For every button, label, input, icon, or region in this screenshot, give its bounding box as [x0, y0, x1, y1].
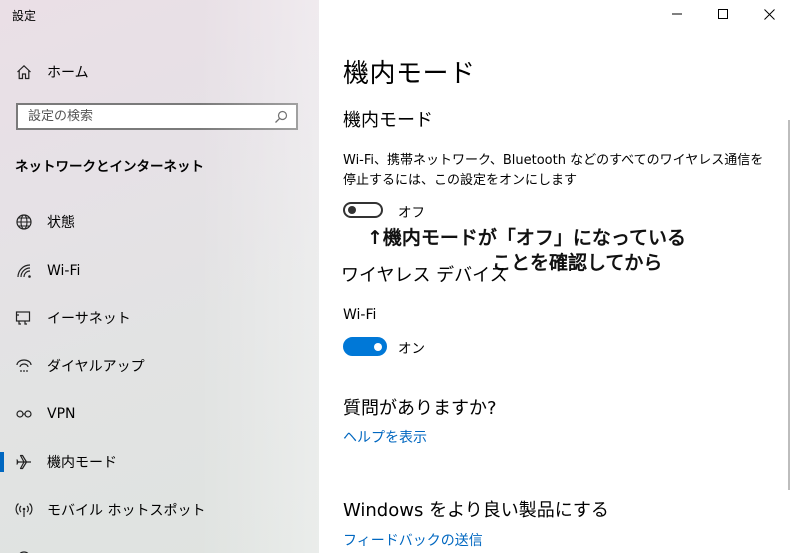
- sidebar-item-label: ダイヤルアップ: [47, 359, 145, 375]
- maximize-button[interactable]: [700, 0, 746, 28]
- windows-feedback-title: Windows をより良い製品にする: [343, 500, 609, 521]
- close-button[interactable]: [746, 0, 792, 28]
- airplane-mode-toggle[interactable]: [343, 202, 383, 218]
- airplane-toggle-label: オフ: [398, 205, 425, 221]
- close-icon: [763, 8, 775, 20]
- sidebar-item-label: イーサネット: [47, 311, 131, 327]
- sidebar-item-partial[interactable]: [0, 538, 319, 553]
- sidebar-item-label: モバイル ホットスポット: [47, 503, 206, 519]
- minimize-icon: [672, 9, 682, 19]
- sidebar-item-label: 状態: [47, 215, 75, 231]
- sidebar: 設定 ホーム ネットワークとインターネット 状態 Wi-Fi イーサネット: [0, 0, 319, 553]
- airplane-section-title: 機内モード: [343, 110, 433, 131]
- feedback-link[interactable]: フィードバックの送信: [343, 530, 483, 550]
- sidebar-item-label: VPN: [47, 406, 76, 422]
- toggle-knob: [374, 342, 382, 351]
- globe-icon: [15, 213, 33, 231]
- sidebar-item-status[interactable]: 状態: [0, 202, 319, 242]
- maximize-icon: [718, 9, 728, 19]
- sidebar-item-airplane-mode[interactable]: 機内モード: [0, 442, 319, 482]
- page-title: 機内モード: [343, 59, 476, 89]
- wifi-device-label: Wi-Fi: [343, 307, 377, 323]
- wifi-toggle-label: オン: [398, 341, 425, 357]
- home-icon: [16, 64, 32, 80]
- sidebar-item-wifi[interactable]: Wi-Fi: [0, 251, 319, 291]
- wireless-section-title: ワイヤレス デバイス: [341, 265, 508, 286]
- wifi-toggle[interactable]: [343, 337, 387, 356]
- search-icon[interactable]: [274, 110, 288, 124]
- minimize-button[interactable]: [654, 0, 700, 28]
- search-field[interactable]: [16, 103, 298, 130]
- sidebar-item-ethernet[interactable]: イーサネット: [0, 298, 319, 338]
- sidebar-item-mobile-hotspot[interactable]: モバイル ホットスポット: [0, 490, 319, 530]
- sidebar-item-vpn[interactable]: VPN: [0, 394, 319, 434]
- main-content: 機内モード 機内モード Wi-Fi、携帯ネットワーク、Bluetooth などの…: [319, 0, 792, 553]
- hotspot-icon: [15, 501, 33, 519]
- annotation-line-1: ↑機内モードが「オフ」になっている: [367, 227, 686, 249]
- proxy-icon: [15, 549, 33, 553]
- search-input[interactable]: [28, 109, 258, 124]
- sidebar-section-title: ネットワークとインターネット: [15, 159, 204, 175]
- help-link[interactable]: ヘルプを表示: [343, 427, 427, 447]
- airplane-icon: [15, 453, 33, 471]
- wifi-icon: [15, 262, 33, 280]
- annotation-line-2: ことを確認してから: [492, 252, 663, 274]
- airplane-description: Wi-Fi、携帯ネットワーク、Bluetooth などのすべてのワイヤレス通信を…: [343, 153, 764, 188]
- home-label: ホーム: [47, 65, 89, 81]
- window-controls: [654, 0, 792, 28]
- ethernet-icon: [15, 309, 33, 327]
- sidebar-item-dialup[interactable]: ダイヤルアップ: [0, 346, 319, 386]
- scrollbar[interactable]: [788, 120, 790, 490]
- active-indicator: [0, 452, 4, 472]
- window-title: 設定: [12, 9, 37, 23]
- sidebar-item-label: Wi-Fi: [47, 263, 81, 279]
- sidebar-item-home[interactable]: ホーム: [16, 62, 89, 82]
- vpn-icon: [15, 405, 33, 423]
- toggle-knob: [348, 206, 356, 214]
- dialup-icon: [15, 357, 33, 375]
- sidebar-item-label: 機内モード: [47, 455, 117, 471]
- question-title: 質問がありますか?: [343, 398, 497, 419]
